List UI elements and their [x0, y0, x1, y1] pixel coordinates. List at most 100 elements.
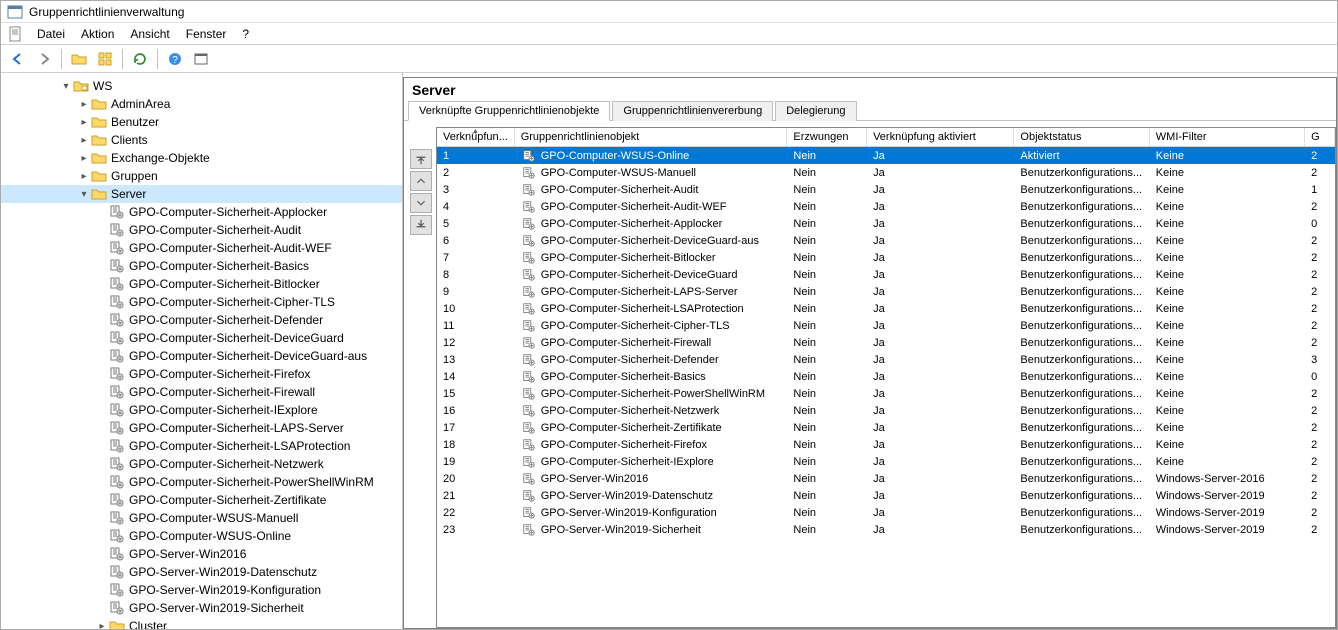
grid-row[interactable]: 7GPO-Computer-Sicherheit-BitlockerNeinJa…: [437, 249, 1335, 266]
tree-gpo-link[interactable]: GPO-Computer-Sicherheit-PowerShellWinRM: [1, 473, 402, 491]
tree-label: GPO-Computer-Sicherheit-Basics: [129, 259, 309, 273]
twisty-icon[interactable]: [77, 189, 91, 200]
grid-row[interactable]: 2GPO-Computer-WSUS-ManuellNeinJaBenutzer…: [437, 164, 1335, 181]
gpo-icon: [109, 456, 125, 472]
tree-gpo-link[interactable]: GPO-Computer-Sicherheit-IExplore: [1, 401, 402, 419]
tree-gpo-link[interactable]: GPO-Computer-Sicherheit-DeviceGuard: [1, 329, 402, 347]
help-button[interactable]: [164, 48, 186, 70]
tree-ou-server[interactable]: Server: [1, 185, 402, 203]
grid-row[interactable]: 14GPO-Computer-Sicherheit-BasicsNeinJaBe…: [437, 368, 1335, 385]
twisty-icon[interactable]: [77, 99, 91, 110]
grid-row[interactable]: 22GPO-Server-Win2019-KonfigurationNeinJa…: [437, 504, 1335, 521]
tree-gpo-link[interactable]: GPO-Computer-Sicherheit-Defender: [1, 311, 402, 329]
cell-order: 7: [437, 252, 515, 264]
grid-row[interactable]: 17GPO-Computer-Sicherheit-ZertifikateNei…: [437, 419, 1335, 436]
grid-row[interactable]: 13GPO-Computer-Sicherheit-DefenderNeinJa…: [437, 351, 1335, 368]
tab-delegation[interactable]: Delegierung: [775, 101, 856, 121]
show-button[interactable]: [68, 48, 90, 70]
twisty-icon[interactable]: [77, 117, 91, 128]
twisty-icon[interactable]: [95, 621, 109, 630]
tree-gpo-link[interactable]: GPO-Computer-Sicherheit-Zertifikate: [1, 491, 402, 509]
grid-row[interactable]: 15GPO-Computer-Sicherheit-PowerShellWinR…: [437, 385, 1335, 402]
tree-gpo-link[interactable]: GPO-Server-Win2019-Konfiguration: [1, 581, 402, 599]
tree-gpo-link[interactable]: GPO-Computer-Sicherheit-Bitlocker: [1, 275, 402, 293]
column-header[interactable]: Gruppenrichtlinienobjekt: [515, 128, 788, 146]
tree-ou-clients[interactable]: Clients: [1, 131, 402, 149]
menu-ansicht[interactable]: Ansicht: [122, 24, 177, 44]
tree-gpo-link[interactable]: GPO-Computer-Sicherheit-Firefox: [1, 365, 402, 383]
grid-row[interactable]: 23GPO-Server-Win2019-SicherheitNeinJaBen…: [437, 521, 1335, 538]
grid-row[interactable]: 18GPO-Computer-Sicherheit-FirefoxNeinJaB…: [437, 436, 1335, 453]
grid-row[interactable]: 16GPO-Computer-Sicherheit-NetzwerkNeinJa…: [437, 402, 1335, 419]
grid-row[interactable]: 11GPO-Computer-Sicherheit-Cipher-TLSNein…: [437, 317, 1335, 334]
tab-strip: Verknüpfte Gruppenrichtlinienobjekte Gru…: [404, 100, 1336, 121]
column-header[interactable]: Erzwungen: [787, 128, 867, 146]
tree-ou-cluster[interactable]: Cluster: [1, 617, 402, 629]
tree-ou-gruppen[interactable]: Gruppen: [1, 167, 402, 185]
grid-row[interactable]: 20GPO-Server-Win2016NeinJaBenutzerkonfig…: [437, 470, 1335, 487]
cell-order: 1: [437, 150, 515, 162]
twisty-icon[interactable]: [77, 135, 91, 146]
move-up-button[interactable]: [410, 171, 432, 191]
tree-gpo-link[interactable]: GPO-Computer-WSUS-Manuell: [1, 509, 402, 527]
twisty-icon[interactable]: [77, 171, 91, 182]
twisty-icon[interactable]: [77, 153, 91, 164]
grid-button[interactable]: [94, 48, 116, 70]
grid-row[interactable]: 8GPO-Computer-Sicherheit-DeviceGuardNein…: [437, 266, 1335, 283]
tree-gpo-link[interactable]: GPO-Computer-Sicherheit-Firewall: [1, 383, 402, 401]
column-header[interactable]: WMI-Filter: [1150, 128, 1305, 146]
grid-row[interactable]: 9GPO-Computer-Sicherheit-LAPS-ServerNein…: [437, 283, 1335, 300]
twisty-icon[interactable]: [59, 81, 73, 92]
tree-domain-ws[interactable]: WS: [1, 77, 402, 95]
tree-ou-adminarea[interactable]: AdminArea: [1, 95, 402, 113]
move-down-button[interactable]: [410, 193, 432, 213]
tree-gpo-link[interactable]: GPO-Computer-Sicherheit-Applocker: [1, 203, 402, 221]
column-header[interactable]: Verknüpfun...▴: [437, 128, 515, 146]
tree-gpo-link[interactable]: GPO-Computer-Sicherheit-Basics: [1, 257, 402, 275]
menu-datei[interactable]: Datei: [29, 24, 73, 44]
cell-enforced: Nein: [787, 303, 867, 315]
tree-gpo-link[interactable]: GPO-Server-Win2016: [1, 545, 402, 563]
move-top-button[interactable]: [410, 149, 432, 169]
menu-fenster[interactable]: Fenster: [178, 24, 235, 44]
tree-gpo-link[interactable]: GPO-Server-Win2019-Datenschutz: [1, 563, 402, 581]
menu-help[interactable]: ?: [234, 24, 257, 44]
tree-view[interactable]: WSAdminAreaBenutzerClientsExchange-Objek…: [1, 73, 403, 629]
gpo-grid[interactable]: Verknüpfun...▴GruppenrichtlinienobjektEr…: [436, 127, 1336, 628]
column-header[interactable]: G: [1305, 128, 1335, 146]
gpo-icon: [521, 489, 537, 503]
tree-gpo-link[interactable]: GPO-Computer-WSUS-Online: [1, 527, 402, 545]
grid-row[interactable]: 19GPO-Computer-Sicherheit-IExploreNeinJa…: [437, 453, 1335, 470]
menu-aktion[interactable]: Aktion: [73, 24, 122, 44]
tree-gpo-link[interactable]: GPO-Computer-Sicherheit-LAPS-Server: [1, 419, 402, 437]
tree-gpo-link[interactable]: GPO-Computer-Sicherheit-DeviceGuard-aus: [1, 347, 402, 365]
grid-row[interactable]: 3GPO-Computer-Sicherheit-AuditNeinJaBenu…: [437, 181, 1335, 198]
column-header[interactable]: Objektstatus: [1014, 128, 1149, 146]
move-bottom-button[interactable]: [410, 215, 432, 235]
grid-row[interactable]: 5GPO-Computer-Sicherheit-ApplockerNeinJa…: [437, 215, 1335, 232]
forward-button[interactable]: [33, 48, 55, 70]
tree-gpo-link[interactable]: GPO-Computer-Sicherheit-Audit: [1, 221, 402, 239]
grid-row[interactable]: 6GPO-Computer-Sicherheit-DeviceGuard-aus…: [437, 232, 1335, 249]
tab-linked-gpos[interactable]: Verknüpfte Gruppenrichtlinienobjekte: [408, 101, 610, 121]
tree-ou-exchange-objekte[interactable]: Exchange-Objekte: [1, 149, 402, 167]
grid-row[interactable]: 21GPO-Server-Win2019-DatenschutzNeinJaBe…: [437, 487, 1335, 504]
grid-row[interactable]: 4GPO-Computer-Sicherheit-Audit-WEFNeinJa…: [437, 198, 1335, 215]
cell-wmi: Keine: [1150, 388, 1305, 400]
grid-row[interactable]: 12GPO-Computer-Sicherheit-FirewallNeinJa…: [437, 334, 1335, 351]
tree-gpo-link[interactable]: GPO-Computer-Sicherheit-Netzwerk: [1, 455, 402, 473]
tree-gpo-link[interactable]: GPO-Computer-Sicherheit-Audit-WEF: [1, 239, 402, 257]
gpo-icon: [521, 268, 537, 282]
back-button[interactable]: [7, 48, 29, 70]
column-header[interactable]: Verknüpfung aktiviert: [867, 128, 1014, 146]
tree-gpo-link[interactable]: GPO-Computer-Sicherheit-Cipher-TLS: [1, 293, 402, 311]
tree-gpo-link[interactable]: GPO-Computer-Sicherheit-LSAProtection: [1, 437, 402, 455]
grid-row[interactable]: 1GPO-Computer-WSUS-OnlineNeinJaAktiviert…: [437, 147, 1335, 164]
tree-gpo-link[interactable]: GPO-Server-Win2019-Sicherheit: [1, 599, 402, 617]
cell-link-enabled: Ja: [867, 252, 1014, 264]
grid-row[interactable]: 10GPO-Computer-Sicherheit-LSAProtectionN…: [437, 300, 1335, 317]
tab-inheritance[interactable]: Gruppenrichtlinienvererbung: [612, 101, 773, 121]
new-window-button[interactable]: [190, 48, 212, 70]
tree-ou-benutzer[interactable]: Benutzer: [1, 113, 402, 131]
refresh-button[interactable]: [129, 48, 151, 70]
